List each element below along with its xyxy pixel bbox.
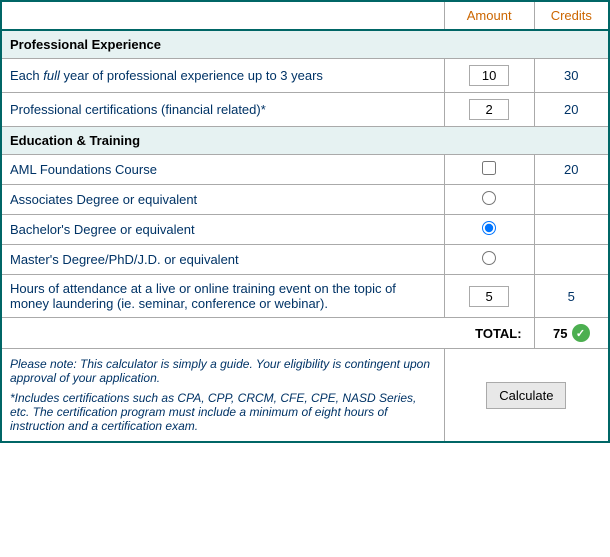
row-label-aml: AML Foundations Course [1, 155, 444, 185]
credits-cell-masters [534, 245, 609, 275]
radio-bachelors[interactable] [482, 221, 496, 235]
amount-cell-professional-years [444, 59, 534, 93]
table-row: Associates Degree or equivalent [1, 185, 609, 215]
section-professional-experience-label: Professional Experience [1, 30, 609, 59]
credits-cell-bachelors [534, 215, 609, 245]
row-label-bachelors: Bachelor's Degree or equivalent [1, 215, 444, 245]
table-header: Amount Credits [1, 1, 609, 30]
radio-masters[interactable] [482, 251, 496, 265]
main-table: Amount Credits Professional Experience E… [0, 0, 610, 443]
table-row: AML Foundations Course 20 [1, 155, 609, 185]
note-line2: *Includes certifications such as CPA, CP… [10, 391, 436, 433]
row-label-masters: Master's Degree/PhD/J.D. or equivalent [1, 245, 444, 275]
row-label-professional-years: Each full year of professional experienc… [1, 59, 444, 93]
calculate-button[interactable]: Calculate [486, 382, 566, 409]
amount-cell-aml [444, 155, 534, 185]
checkbox-aml[interactable] [482, 161, 496, 175]
total-number: 75 [553, 326, 567, 341]
note-row: Please note: This calculator is simply a… [1, 349, 609, 443]
table-row: Bachelor's Degree or equivalent [1, 215, 609, 245]
amount-cell-masters [444, 245, 534, 275]
amount-cell-associates [444, 185, 534, 215]
input-training-hours[interactable] [469, 286, 509, 307]
header-label-col [1, 1, 444, 30]
input-professional-years[interactable] [469, 65, 509, 86]
header-amount: Amount [444, 1, 534, 30]
row-label-certifications: Professional certifications (financial r… [1, 93, 444, 127]
checkmark-icon: ✓ [572, 324, 590, 342]
total-row: TOTAL: 75 ✓ [1, 318, 609, 349]
section-professional-experience: Professional Experience [1, 30, 609, 59]
total-label: TOTAL: [1, 318, 534, 349]
amount-cell-bachelors [444, 215, 534, 245]
row-label-training-hours: Hours of attendance at a live or online … [1, 275, 444, 318]
calculate-cell: Calculate [444, 349, 609, 443]
note-text-cell: Please note: This calculator is simply a… [1, 349, 444, 443]
amount-cell-training-hours [444, 275, 534, 318]
radio-associates[interactable] [482, 191, 496, 205]
table-row: Professional certifications (financial r… [1, 93, 609, 127]
credits-cell-training-hours: 5 [534, 275, 609, 318]
header-credits: Credits [534, 1, 609, 30]
italic-word: full [43, 68, 60, 83]
total-value-cell: 75 ✓ [534, 318, 609, 349]
section-education-training: Education & Training [1, 127, 609, 155]
amount-cell-certifications [444, 93, 534, 127]
table-row: Each full year of professional experienc… [1, 59, 609, 93]
note-line1: Please note: This calculator is simply a… [10, 357, 436, 385]
credits-cell-certifications: 20 [534, 93, 609, 127]
credits-cell-professional-years: 30 [534, 59, 609, 93]
section-education-label: Education & Training [1, 127, 609, 155]
table-row: Master's Degree/PhD/J.D. or equivalent [1, 245, 609, 275]
credits-cell-associates [534, 185, 609, 215]
row-label-associates: Associates Degree or equivalent [1, 185, 444, 215]
credits-cell-aml: 20 [534, 155, 609, 185]
input-certifications[interactable] [469, 99, 509, 120]
table-row: Hours of attendance at a live or online … [1, 275, 609, 318]
